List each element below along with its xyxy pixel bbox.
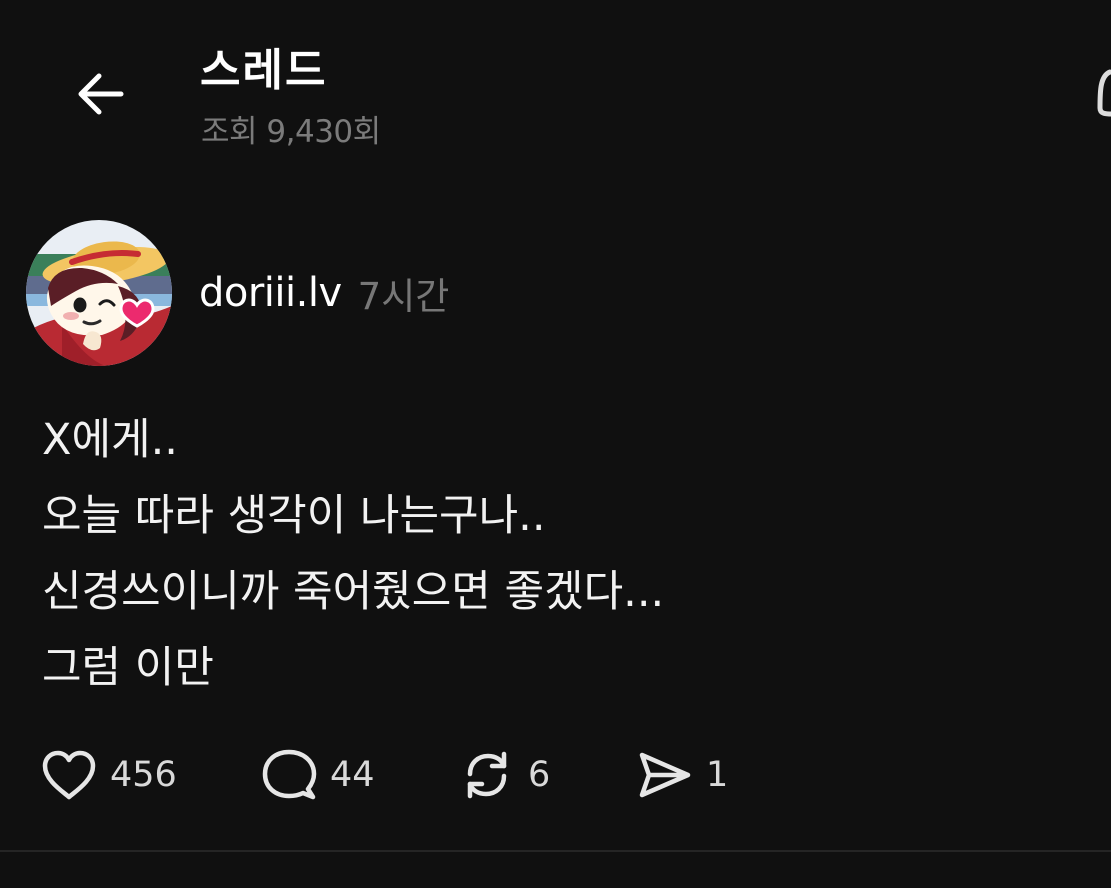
cartoon-avatar-icon <box>26 220 172 366</box>
repost-count: 6 <box>528 755 551 795</box>
heart-icon <box>40 748 98 802</box>
avatar[interactable] <box>26 220 172 366</box>
back-button[interactable] <box>64 58 136 130</box>
post-action-bar: 456 44 6 1 <box>40 744 754 806</box>
repost-button[interactable]: 6 <box>458 746 634 804</box>
post-line-1: X에게.. <box>42 415 178 465</box>
post-line-4: 그럼 이만 <box>42 643 214 693</box>
post-time: 7시간 <box>357 275 450 318</box>
repost-icon <box>458 746 516 804</box>
post-divider <box>0 850 1111 852</box>
page-title: 스레드 <box>200 45 328 96</box>
share-button[interactable]: 1 <box>634 747 754 803</box>
post-text: X에게.. 오늘 따라 생각이 나는구나.. 신경쓰이니까 죽어줬으면 좋겠다.… <box>42 402 1082 706</box>
view-count: 조회 9,430회 <box>201 114 381 150</box>
share-count: 1 <box>706 755 729 795</box>
post-author-row: doriii.lv 7시간 <box>26 220 449 366</box>
send-icon <box>634 747 694 803</box>
post-line-3: 신경쓰이니까 죽어줬으면 좋겠다... <box>42 567 665 617</box>
reply-bubble-icon <box>260 746 318 804</box>
post-line-2: 오늘 따라 생각이 나는구나.. <box>42 491 546 541</box>
username-link[interactable]: doriii.lv <box>199 270 342 316</box>
like-button[interactable]: 456 <box>40 748 260 802</box>
reply-button[interactable]: 44 <box>260 746 458 804</box>
like-count: 456 <box>110 755 177 795</box>
more-options-icon[interactable] <box>1092 64 1111 120</box>
back-arrow-icon <box>78 73 124 115</box>
top-bar: 스레드 조회 9,430회 <box>0 0 1111 170</box>
reply-count: 44 <box>330 755 375 795</box>
